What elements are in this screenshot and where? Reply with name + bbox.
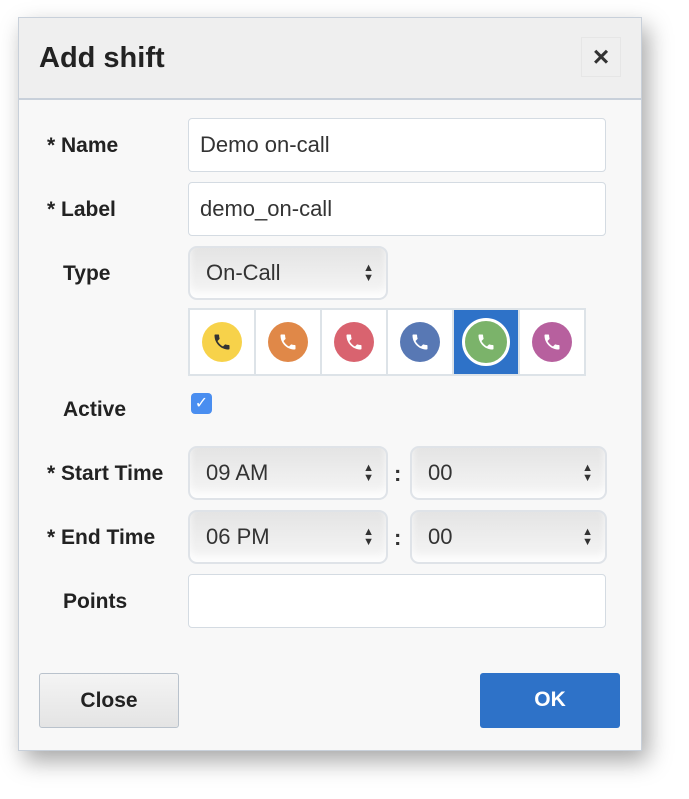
- start-time-label: * Start Time: [47, 462, 164, 485]
- type-label: Type: [63, 262, 111, 285]
- select-arrows-icon: ▲ ▼: [363, 262, 374, 284]
- start-hour-value: 09 AM: [206, 460, 269, 485]
- color-option-1[interactable]: [256, 310, 320, 374]
- end-minute-select[interactable]: 00 ▲ ▼: [410, 510, 607, 564]
- start-minute-value: 00: [428, 460, 453, 485]
- phone-icon: [462, 318, 510, 366]
- label-label: * Label: [47, 198, 116, 221]
- active-checkbox[interactable]: ✓: [191, 393, 212, 414]
- time-separator: :: [394, 525, 402, 550]
- end-hour-value: 06 PM: [206, 524, 270, 549]
- phone-icon: [202, 322, 242, 362]
- close-button[interactable]: Close: [39, 673, 179, 728]
- dialog-title: Add shift: [39, 42, 165, 74]
- phone-icon: [334, 322, 374, 362]
- start-hour-select[interactable]: 09 AM ▲ ▼: [188, 446, 388, 500]
- color-option-0[interactable]: [190, 310, 254, 374]
- phone-icon: [400, 322, 440, 362]
- add-shift-dialog: Add shift × * Name Demo on-call * Label …: [18, 17, 642, 751]
- type-value: On-Call: [206, 260, 281, 285]
- select-arrows-icon: ▲ ▼: [582, 462, 593, 484]
- end-hour-select[interactable]: 06 PM ▲ ▼: [188, 510, 388, 564]
- color-option-3[interactable]: [388, 310, 452, 374]
- select-arrows-icon: ▲ ▼: [582, 526, 593, 548]
- dialog-header: Add shift ×: [19, 18, 641, 100]
- close-icon[interactable]: ×: [581, 37, 621, 77]
- ok-button[interactable]: OK: [480, 673, 620, 728]
- color-option-5[interactable]: [520, 310, 584, 374]
- time-separator: :: [394, 461, 402, 486]
- phone-icon: [268, 322, 308, 362]
- color-option-2[interactable]: [322, 310, 386, 374]
- points-label: Points: [63, 590, 128, 613]
- active-label: Active: [63, 398, 127, 421]
- start-minute-select[interactable]: 00 ▲ ▼: [410, 446, 607, 500]
- phone-icon: [532, 322, 572, 362]
- end-time-label: * End Time: [47, 526, 156, 549]
- points-input[interactable]: [188, 574, 606, 628]
- color-picker: [188, 308, 586, 376]
- type-select[interactable]: On-Call ▲ ▼: [188, 246, 388, 300]
- select-arrows-icon: ▲ ▼: [363, 462, 374, 484]
- color-option-4[interactable]: [454, 310, 518, 374]
- name-label: * Name: [47, 134, 119, 157]
- name-input[interactable]: Demo on-call: [188, 118, 606, 172]
- select-arrows-icon: ▲ ▼: [363, 526, 374, 548]
- label-input[interactable]: demo_on-call: [188, 182, 606, 236]
- end-minute-value: 00: [428, 524, 453, 549]
